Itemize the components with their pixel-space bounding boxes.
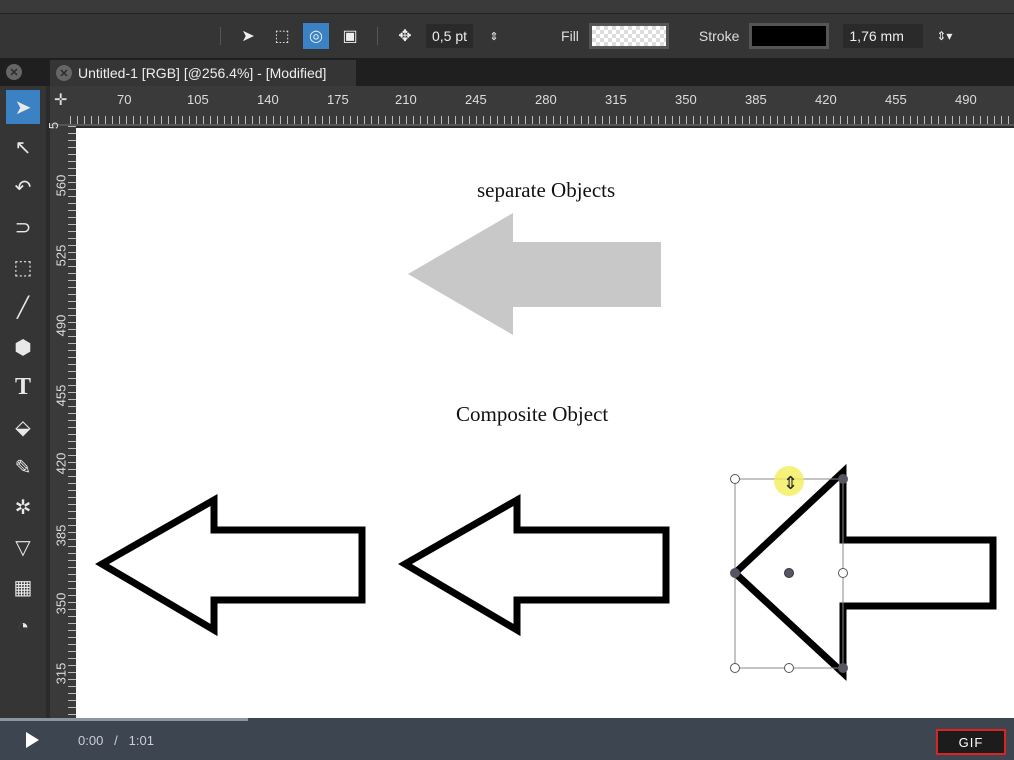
- divider: [220, 27, 221, 45]
- ruler-label: 315: [53, 662, 69, 685]
- node-tool-icon[interactable]: ↖: [6, 130, 40, 164]
- ruler-label: 70: [117, 92, 132, 107]
- curve-tool-icon[interactable]: ↶: [6, 170, 40, 204]
- resize-cursor-icon: ⇕: [783, 473, 798, 493]
- progress-bar[interactable]: [0, 718, 248, 721]
- ruler-label: 280: [535, 92, 557, 107]
- transform-frame-icon[interactable]: ▣: [337, 23, 363, 49]
- gray-arrow[interactable]: [408, 213, 661, 335]
- selection-handle[interactable]: [730, 663, 740, 673]
- selection-handle[interactable]: [784, 663, 794, 673]
- ruler-label: 350: [675, 92, 697, 107]
- select-composite-icon[interactable]: ◎: [303, 23, 329, 49]
- ruler-label: 210: [395, 92, 417, 107]
- selection-handle[interactable]: [838, 474, 848, 484]
- polygon-tool-icon[interactable]: ⬢: [6, 330, 40, 364]
- ruler-ticks: [70, 116, 1014, 124]
- document-tab[interactable]: ✕ Untitled-1 [RGB] [@256.4%] - [Modified…: [50, 60, 356, 86]
- stroke-width-input[interactable]: 1,76 mm: [843, 24, 924, 48]
- ruler-label: 420: [815, 92, 837, 107]
- nudge-stepper[interactable]: ⇕: [481, 23, 507, 49]
- pointer-tool-icon[interactable]: ➤: [6, 90, 40, 124]
- selection-handle[interactable]: [730, 474, 740, 484]
- nudge-icon: ✥: [398, 28, 412, 45]
- document-tabbar: ✕ ✕ Untitled-1 [RGB] [@256.4%] - [Modifi…: [0, 58, 1014, 86]
- brush-tool-icon[interactable]: ✎: [6, 450, 40, 484]
- stroke-width-stepper[interactable]: ⇕▾: [931, 23, 957, 49]
- play-icon[interactable]: [26, 732, 39, 748]
- magnet-tool-icon[interactable]: ⊃: [6, 210, 40, 244]
- fill-tool-icon[interactable]: ⬙: [6, 410, 40, 444]
- marquee-tool-icon[interactable]: ⬚: [6, 250, 40, 284]
- time-display: 0:00 / 1:01: [78, 733, 154, 748]
- stroke-label: Stroke: [698, 28, 740, 44]
- select-arrow-icon[interactable]: ➤: [235, 23, 261, 49]
- envelope-tool-icon[interactable]: ▽: [6, 530, 40, 564]
- line-tool-icon[interactable]: ╱: [6, 290, 40, 324]
- text-tool-icon[interactable]: T: [6, 370, 40, 404]
- ruler-label: 455: [53, 384, 69, 407]
- effects-tool-icon[interactable]: ✲: [6, 490, 40, 524]
- ruler-label: 140: [257, 92, 279, 107]
- stamp-tool-icon[interactable]: ▦: [6, 570, 40, 604]
- ruler-label: 385: [745, 92, 767, 107]
- rotation-center-handle[interactable]: [784, 568, 794, 578]
- outline-arrow-1[interactable]: [95, 493, 366, 637]
- stroke-swatch[interactable]: [749, 23, 830, 49]
- selection-handle[interactable]: [838, 663, 848, 673]
- duration: 1:01: [128, 733, 154, 748]
- ruler-label: 560: [53, 174, 69, 197]
- ruler-label: 525: [53, 244, 69, 267]
- ruler-label: 490: [53, 314, 69, 337]
- gradient-tool-icon[interactable]: ◔: [6, 610, 40, 644]
- selected-arrow[interactable]: [729, 463, 997, 682]
- document-tab-title: Untitled-1 [RGB] [@256.4%] - [Modified]: [78, 65, 327, 81]
- fill-swatch[interactable]: [588, 23, 669, 49]
- ruler-label: 315: [605, 92, 627, 107]
- ruler-label: 385: [53, 524, 69, 547]
- nudge-input[interactable]: 0,5 pt: [426, 24, 474, 48]
- select-box-icon[interactable]: ⬚: [269, 23, 295, 49]
- current-time: 0:00: [78, 733, 104, 748]
- horizontal-ruler[interactable]: ✛ 70 105 140 175 210 245 280 315 350 385…: [50, 86, 1014, 126]
- close-tab-icon[interactable]: ✕: [56, 65, 72, 81]
- divider: [377, 27, 378, 45]
- ruler-ticks: [68, 126, 76, 718]
- ruler-label: 105: [187, 92, 209, 107]
- ruler-label: 175: [327, 92, 349, 107]
- gif-button[interactable]: GIF: [936, 729, 1006, 755]
- ruler-label: 455: [885, 92, 907, 107]
- ruler-label: 490: [955, 92, 977, 107]
- close-panel-icon[interactable]: ✕: [6, 64, 22, 80]
- fill-label: Fill: [561, 28, 579, 44]
- tools-sidebar: ➤ ↖ ↶ ⊃ ⬚ ╱ ⬢ T ⬙ ✎ ✲ ▽ ▦ ◔: [0, 86, 46, 718]
- ruler-label: 5: [46, 121, 62, 130]
- document-canvas[interactable]: separate Objects Composite Object ⇕: [76, 128, 1014, 718]
- context-toolbar: ➤ ⬚ ◎ ▣ ✥ 0,5 pt ⇕ Fill Stroke 1,76 mm ⇕…: [0, 14, 1014, 58]
- outline-arrow-2[interactable]: [398, 493, 670, 637]
- ruler-origin-icon[interactable]: ✛: [54, 90, 67, 110]
- top-menu-strip: [0, 0, 1014, 14]
- vertical-ruler[interactable]: 5 560 525 490 455 420 385 350 315: [46, 122, 76, 718]
- canvas-shapes: ⇕: [95, 213, 997, 682]
- video-player-bar: 0:00 / 1:01 GIF: [0, 718, 1014, 760]
- selection-handle[interactable]: [730, 568, 740, 578]
- ruler-label: 420: [53, 452, 69, 475]
- ruler-label: 350: [53, 592, 69, 615]
- selection-handle[interactable]: [838, 568, 848, 578]
- time-separator: /: [114, 733, 118, 748]
- ruler-label: 245: [465, 92, 487, 107]
